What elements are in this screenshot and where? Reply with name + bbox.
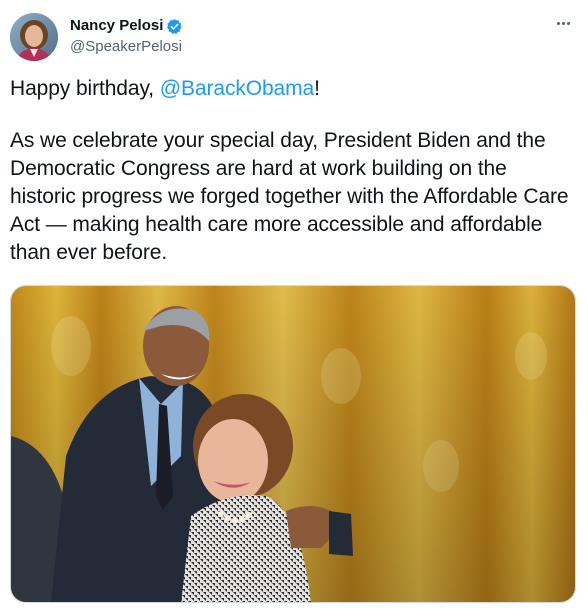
tweet-photo[interactable] (10, 285, 576, 603)
avatar[interactable] (10, 13, 58, 61)
tweet-card[interactable]: Nancy Pelosi @SpeakerPelosi Happy birthd… (0, 0, 588, 610)
user-handle[interactable]: @SpeakerPelosi (70, 37, 183, 57)
photo-content (11, 286, 575, 602)
tweet-text: Happy birthday, @BarackObama! As we cele… (10, 75, 576, 267)
tweet-header: Nancy Pelosi @SpeakerPelosi (10, 12, 578, 62)
tweet-line-1-suffix: ! (314, 77, 320, 100)
display-name[interactable]: Nancy Pelosi (70, 16, 163, 36)
tweet-paragraph-2: As we celebrate your special day, Presid… (10, 129, 569, 264)
tweet-line-1: Happy birthday, @BarackObama! (10, 75, 576, 103)
tweet-line-1-prefix: Happy birthday, (10, 77, 160, 100)
author-identity[interactable]: Nancy Pelosi @SpeakerPelosi (70, 16, 183, 57)
verified-badge-icon (166, 18, 183, 35)
mention-link[interactable]: @BarackObama (160, 77, 314, 100)
more-horizontal-icon[interactable] (552, 12, 574, 34)
